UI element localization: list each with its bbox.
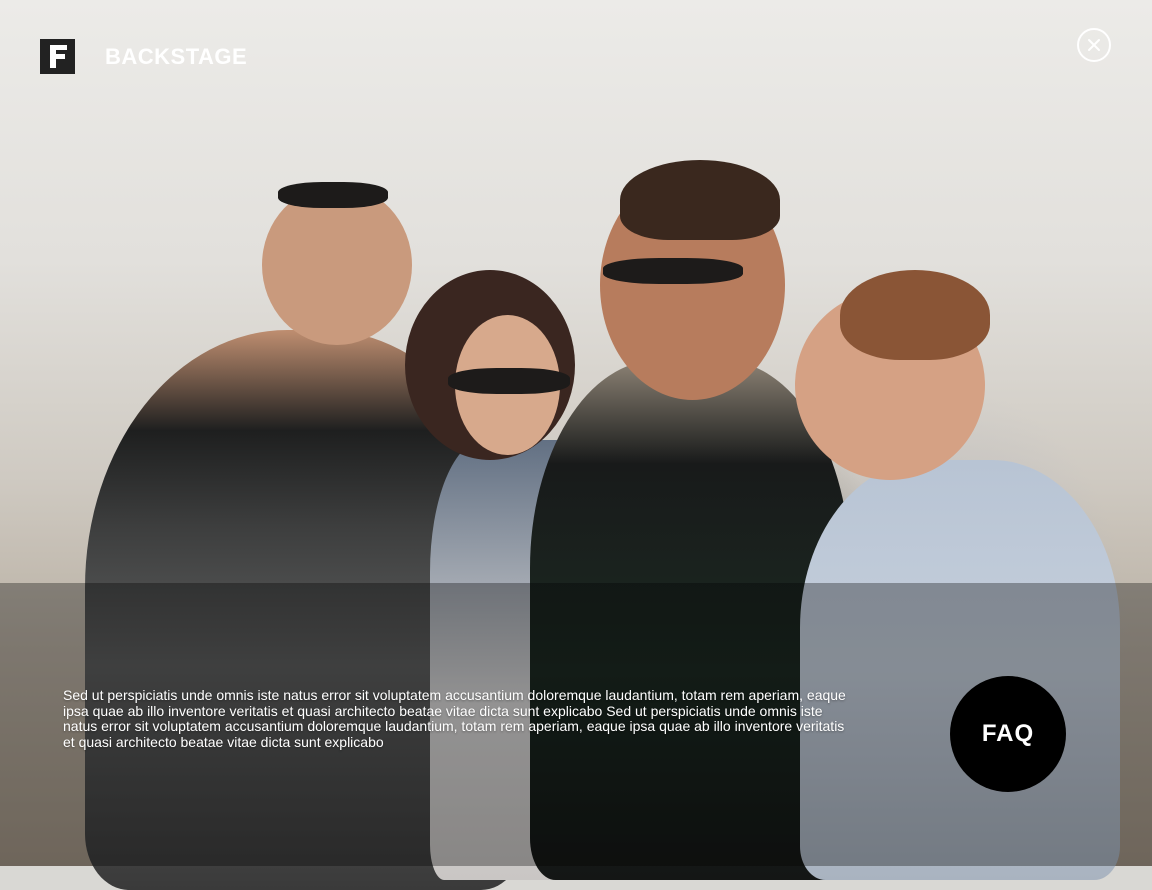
- faq-button[interactable]: FAQ: [950, 676, 1066, 792]
- sunglasses: [603, 258, 743, 284]
- close-icon: [1088, 39, 1100, 51]
- brand-name: BACKSTAGE: [105, 44, 248, 69]
- backstage-logo-icon[interactable]: [40, 39, 75, 74]
- person-3-hair: [620, 160, 780, 240]
- person-1-head: [262, 185, 412, 345]
- sunglasses: [278, 182, 388, 208]
- sunglasses: [448, 368, 570, 394]
- hero-description: Sed ut perspiciatis unde omnis iste natu…: [63, 687, 846, 750]
- person-4-hair: [840, 270, 990, 360]
- close-button[interactable]: [1077, 28, 1111, 62]
